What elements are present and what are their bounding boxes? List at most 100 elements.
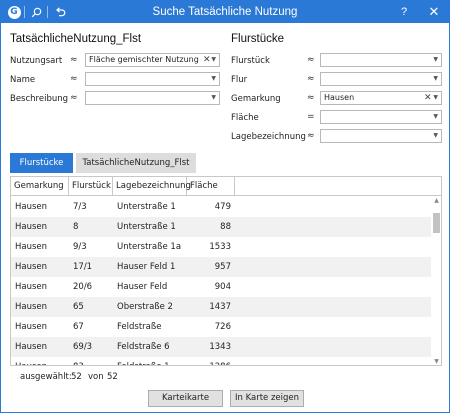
window-title: Suche Tatsächliche Nutzung [152,6,298,18]
cell-flurstueck: 65 [73,302,84,312]
chevron-down-icon[interactable]: ▼ [433,111,438,123]
name-operator[interactable]: ≈ [70,74,78,84]
scroll-thumb[interactable] [433,213,440,233]
table-row[interactable]: Hausen 65 Oberstraße 2 1437 [11,297,431,317]
title-bar: G Suche Tatsächliche Nutzung ? ✕ [1,1,449,23]
cell-lagebezeichnung: Hauser Feld 1 [117,262,176,272]
nutzungsart-label: Nutzungsart [10,56,63,66]
cell-flaeche: 1286 [187,357,231,365]
beschreibung-operator[interactable]: ≈ [70,93,78,103]
nutzungsart-combo[interactable]: Fläche gemischter Nutzung ✕ ▼ [85,53,220,67]
column-header-lagebezeichnung[interactable]: Lagebezeichnung [113,177,191,196]
tab-flurstuecke[interactable]: Flurstücke [10,153,73,173]
table-row[interactable]: Hausen 17/1 Hauser Feld 1 957 [11,257,431,277]
lagebezeichnung-operator[interactable]: ≈ [307,131,315,141]
flurstueck-label: Flurstück [231,56,270,66]
gemarkung-combo[interactable]: Hausen ✕ ▼ [320,91,442,105]
column-header-flurstueck[interactable]: Flurstück [69,177,113,196]
table-row[interactable]: Hausen 20/6 Hauser Feld 904 [11,277,431,297]
close-button[interactable]: ✕ [423,1,445,23]
gemarkung-value: Hausen [324,93,355,102]
cell-flurstueck: 17/1 [73,262,93,272]
chevron-down-icon[interactable]: ▼ [433,73,438,85]
table-row[interactable]: Hausen 9/3 Unterstraße 1a 1533 [11,237,431,257]
table-row[interactable]: Hausen 8 Unterstraße 1 88 [11,217,431,237]
cell-gemarkung: Hausen [15,282,48,292]
cell-lagebezeichnung: Feldstraße [117,322,162,332]
cell-flurstueck: 67 [73,322,84,332]
cell-flurstueck: 20/6 [73,282,93,292]
column-header-gemarkung[interactable]: Gemarkung [11,177,69,196]
vertical-scrollbar[interactable]: ▲ ▼ [431,197,441,365]
flurstueck-combo[interactable]: ▼ [320,53,442,67]
chevron-down-icon[interactable]: ▼ [211,92,216,104]
cell-lagebezeichnung: Unterstraße 1 [117,222,176,232]
cell-lagebezeichnung: Unterstraße 1 [117,202,176,212]
show-in-map-button[interactable]: In Karte zeigen [230,390,304,407]
cell-lagebezeichnung: Hauser Feld [117,282,168,292]
cell-flurstueck: 9/3 [73,242,87,252]
scroll-up-icon[interactable]: ▲ [431,197,441,204]
cell-gemarkung: Hausen [15,357,47,365]
tab-tatsaechliche-nutzung[interactable]: TatsächlicheNutzung_Flst [76,153,196,173]
lagebezeichnung-label: Lagebezeichnung [231,132,306,142]
cell-gemarkung: Hausen [15,342,48,352]
flaeche-operator[interactable]: = [307,112,315,122]
cell-flaeche: 904 [214,282,231,292]
nutzungsart-operator[interactable]: ≈ [70,55,78,65]
chevron-down-icon[interactable]: ▼ [433,54,438,66]
gemarkung-label: Gemarkung [231,94,281,104]
table-row[interactable]: Hausen 83 Feldstraße 1 1286 [11,357,431,365]
karteikarte-button[interactable]: Karteikarte [148,390,223,407]
table-row[interactable]: Hausen 7/3 Unterstraße 1 479 [11,197,431,217]
total-count: 52 [107,372,118,382]
cell-flaeche: 88 [220,222,231,232]
results-table: Gemarkung Flurstück Lagebezeichnung Fläc… [10,176,442,366]
selected-label: ausgewählt: [20,372,72,382]
table-row[interactable]: Hausen 69/3 Feldstraße 6 1343 [11,337,431,357]
table-row[interactable]: Hausen 67 Feldstraße 726 [11,317,431,337]
gemarkung-operator[interactable]: ≈ [307,93,315,103]
cell-flurstueck: 69/3 [73,342,93,352]
nutzungsart-value: Fläche gemischter Nutzung [89,55,199,64]
cell-lagebezeichnung: Oberstraße 2 [117,302,173,312]
left-panel-title: TatsächlicheNutzung_Flst [10,33,142,45]
cell-gemarkung: Hausen [15,222,48,232]
flurstueck-operator[interactable]: ≈ [307,55,315,65]
cell-gemarkung: Hausen [15,202,48,212]
scroll-down-icon[interactable]: ▼ [431,358,441,365]
selected-count: 52 [71,372,82,382]
cell-flurstueck: 7/3 [73,202,87,212]
help-button[interactable]: ? [393,1,415,23]
beschreibung-combo[interactable]: ▼ [85,91,220,105]
chevron-down-icon[interactable]: ▼ [211,54,216,66]
cell-flaeche: 1437 [209,302,231,312]
lagebezeichnung-combo[interactable]: ▼ [320,129,442,143]
cell-lagebezeichnung: Feldstraße 1 [117,357,170,365]
chevron-down-icon[interactable]: ▼ [433,130,438,142]
flur-operator[interactable]: ≈ [307,74,315,84]
cell-flaeche: 957 [214,262,231,272]
chevron-down-icon[interactable]: ▼ [433,92,438,104]
flur-label: Flur [231,75,248,85]
column-header-flaeche[interactable]: Fläche [187,177,235,196]
cell-gemarkung: Hausen [15,302,48,312]
search-dialog: G Suche Tatsächliche Nutzung ? ✕ Tatsäch… [0,0,450,413]
clear-icon[interactable]: ✕ [203,54,211,66]
cell-flaeche: 1343 [209,342,231,352]
cell-gemarkung: Hausen [15,262,48,272]
cell-gemarkung: Hausen [15,242,48,252]
table-header: Gemarkung Flurstück Lagebezeichnung Fläc… [11,177,441,196]
of-label: von [88,372,104,382]
flaeche-combo[interactable]: ▼ [320,110,442,124]
flaeche-label: Fläche [231,113,259,123]
cell-flurstueck: 83 [73,357,84,365]
name-combo[interactable]: ▼ [85,72,220,86]
cell-flurstueck: 8 [73,222,79,232]
chevron-down-icon[interactable]: ▼ [211,73,216,85]
flur-combo[interactable]: ▼ [320,72,442,86]
clear-icon[interactable]: ✕ [424,92,432,104]
beschreibung-label: Beschreibung [10,94,69,104]
name-label: Name [10,75,36,85]
cell-lagebezeichnung: Unterstraße 1a [117,242,182,252]
